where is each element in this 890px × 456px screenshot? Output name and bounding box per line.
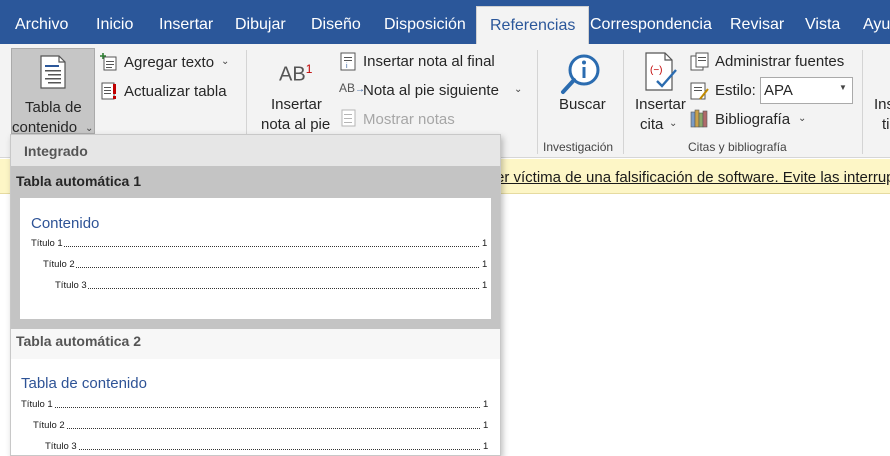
dropdown-arrow-icon: ▼ [839,83,847,92]
add-text-label: Agregar texto [124,54,215,71]
ribbon-tab-bar: Archivo Inicio Insertar Dibujar Diseño D… [0,0,890,44]
style-select-value: APA [764,82,793,99]
toc-gallery-dropdown: Integrado Tabla automática 1 Contenido T… [10,134,501,456]
insert-endnote-label: Insertar nota al final [363,53,495,70]
chevron-down-icon: ⌄ [514,84,523,95]
endnote-icon: i [340,52,356,71]
leader-dots [73,267,479,268]
preview-row-label: Título 2 [43,259,76,270]
leader-dots [61,246,479,247]
insert-citation-line1: Insertar [635,96,686,113]
show-notes-label: Mostrar notas [363,111,455,128]
insert-citation-line2: cita [640,116,664,133]
next-footnote-icon: AB→ [339,81,366,95]
leader-dots [85,288,479,289]
tab-referencias[interactable]: Referencias [476,6,590,44]
preview-row-page: 1 [483,420,489,431]
preview-row-page: 1 [482,238,488,249]
preview-row: Título 2 1 [43,259,490,271]
insert-footnote-line1: Insertar [271,96,322,113]
chevron-down-icon: ⌄ [85,123,94,134]
leader-dots [51,407,480,408]
preview-row-label: Título 2 [33,420,66,431]
update-table-icon [101,82,116,100]
svg-text:(−): (−) [650,65,663,76]
preview-heading: Tabla de contenido [21,375,147,392]
tab-inicio[interactable]: Inicio [96,0,133,44]
insert-citation-icon: (−) [645,52,677,91]
preview-row-page: 1 [483,399,489,410]
tab-correspondencia[interactable]: Correspondencia [590,0,712,44]
leader-dots [75,449,480,450]
footnote-icon: AB1 [279,62,313,86]
tab-vista[interactable]: Vista [805,0,840,44]
gallery-section-title: Integrado [24,143,88,159]
gallery-item-title: Tabla automática 2 [16,333,142,349]
chevron-down-icon: ⌄ [221,56,230,67]
preview-row-label: Título 3 [55,280,88,291]
tab-dibujar[interactable]: Dibujar [235,0,286,44]
preview-row-page: 1 [482,280,488,291]
style-select[interactable]: APA ▼ [760,77,853,104]
tab-archivo[interactable]: Archivo [15,0,68,44]
search-icon [561,54,600,94]
preview-row-page: 1 [483,441,489,452]
preview-row: Título 1 1 [21,399,491,411]
tab-diseno[interactable]: Diseño [311,0,361,44]
gallery-item-preview: Contenido Título 1 1 Título 2 1 Título 3… [20,198,491,319]
preview-heading: Contenido [31,215,100,232]
preview-row-page: 1 [482,259,488,270]
preview-row: Título 3 1 [45,441,491,453]
insert-footnote-line2: nota al pie [261,116,331,133]
tab-insertar[interactable]: Insertar [159,0,213,44]
insert-caption-line1: Ins [874,96,890,113]
search-label: Buscar [559,96,606,113]
update-table-label: Actualizar tabla [124,83,227,100]
table-of-contents-icon [40,55,66,89]
group-label-citas: Citas y bibliografía [688,140,787,154]
manage-sources-icon [690,52,709,71]
add-text-icon [100,53,117,71]
gallery-item-title: Tabla automática 1 [16,173,142,189]
bibliography-label: Bibliografía [715,111,791,128]
leader-dots [63,428,480,429]
gallery-item-tabla-automatica-2[interactable]: Tabla de contenido Título 1 1 Título 2 1… [11,359,500,455]
bibliography-icon [690,109,708,128]
tab-ayuda[interactable]: Ayuda [863,0,890,44]
preview-row: Título 2 1 [33,420,491,432]
gallery-item-tabla-automatica-1[interactable]: Tabla automática 1 Contenido Título 1 1 … [11,166,500,329]
notification-link[interactable]: er víctima de una falsificación de softw… [496,169,890,186]
preview-row-label: Título 3 [45,441,78,452]
group-label-investigacion: Investigación [543,140,614,154]
preview-row: Título 1 1 [31,238,490,250]
insert-caption-line2: ti [882,116,890,133]
tab-revisar[interactable]: Revisar [730,0,784,44]
group-divider [862,50,863,154]
group-divider [623,50,624,154]
gallery-section-header: Integrado [11,135,500,166]
tab-disposicion[interactable]: Disposición [384,0,466,44]
group-divider [537,50,538,154]
preview-row: Título 3 1 [55,280,490,292]
preview-row-label: Título 1 [31,238,64,249]
chevron-down-icon: ⌄ [669,118,678,129]
preview-row-label: Título 1 [21,399,54,410]
table-of-contents-button[interactable]: Tabla de contenido ⌄ [11,48,95,136]
toc-label-line1: Tabla de [25,99,82,116]
chevron-down-icon: ⌄ [798,113,807,124]
next-footnote-label: Nota al pie siguiente [363,82,499,99]
show-notes-icon [341,109,356,127]
manage-sources-label: Administrar fuentes [715,53,845,70]
style-label: Estilo: [715,82,756,99]
style-icon [690,82,709,100]
